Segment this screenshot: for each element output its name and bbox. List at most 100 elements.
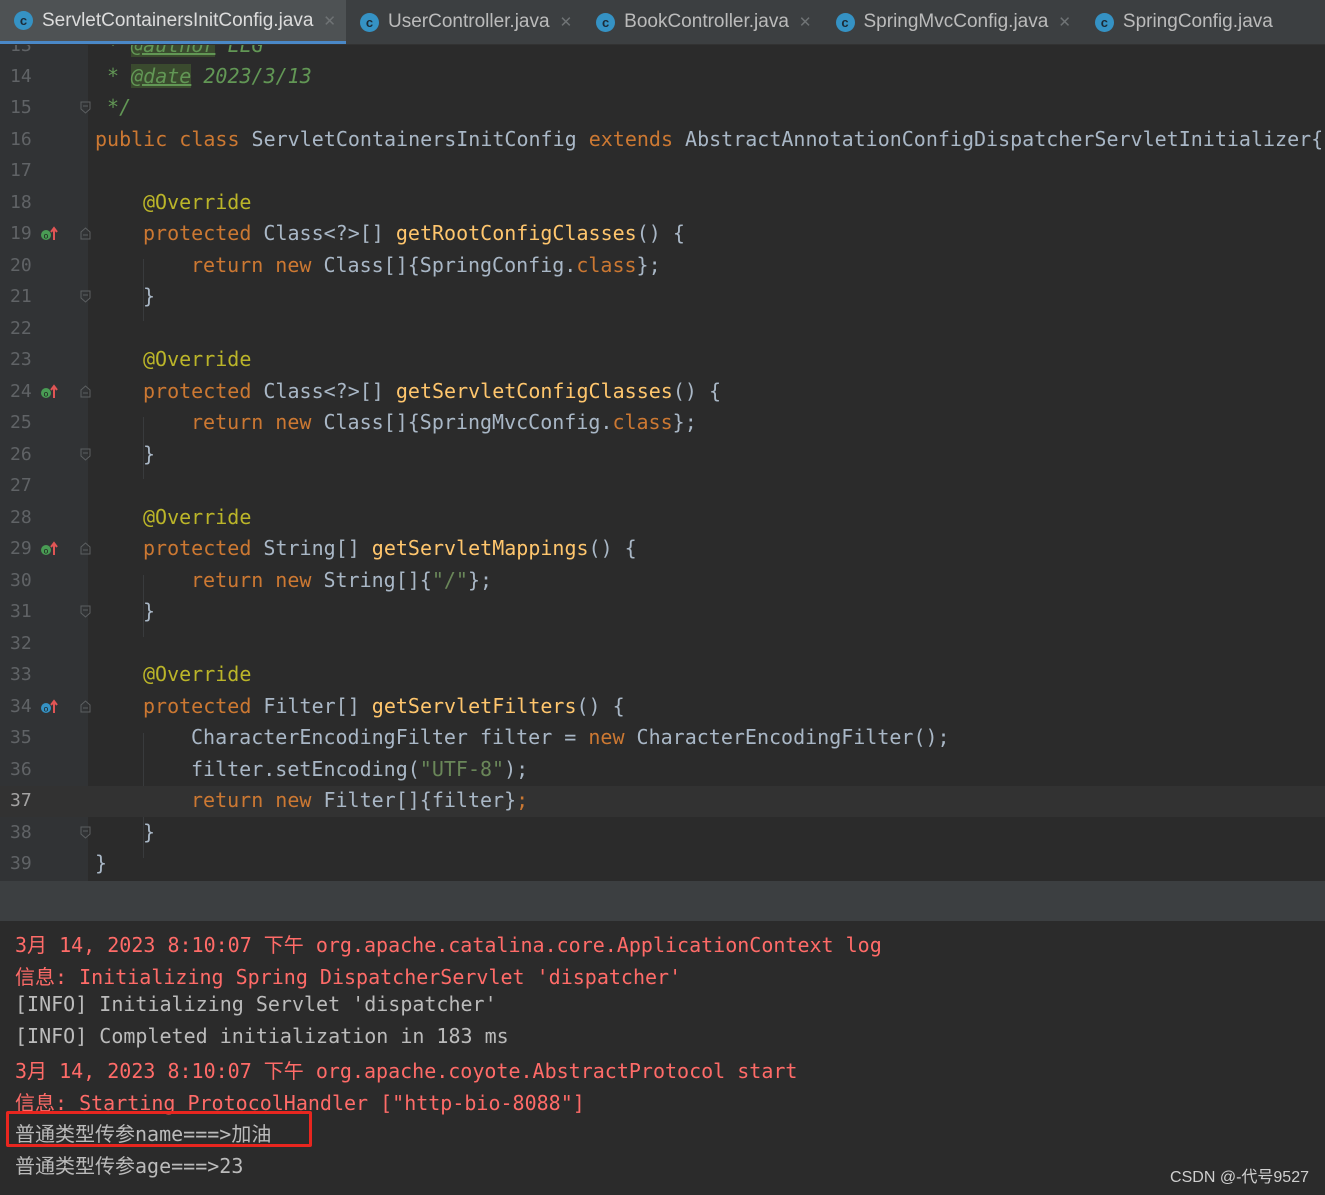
closing-brace: } (143, 442, 156, 466)
type: Filter[] (263, 694, 372, 718)
line-number: 35 (10, 727, 32, 748)
watermark: CSDN @-代号9527 (1170, 1169, 1309, 1186)
closing-brace: } (143, 599, 156, 623)
fold-start-icon[interactable] (80, 227, 91, 240)
close-icon[interactable]: ✕ (323, 12, 336, 30)
line-number: 14 (10, 66, 32, 87)
tab-spring-mvc-config[interactable]: c SpringMvcConfig.java ✕ (822, 0, 1081, 44)
code-text: return new Class[]{SpringMvcConfig.class… (191, 410, 697, 434)
type: String[]{ (323, 568, 432, 592)
code-text: filter.setEncoding("UTF-8"); (191, 757, 528, 781)
code-line: 39 } (0, 849, 1325, 880)
tab-label: BookController.java (624, 11, 789, 32)
fold-end-icon[interactable] (80, 101, 91, 114)
fold-end-icon[interactable] (80, 605, 91, 618)
code-line: 31 } (0, 597, 1325, 628)
fold-start-icon[interactable] (80, 700, 91, 713)
line-number: 38 (10, 822, 32, 843)
keyword: class (612, 410, 673, 434)
tab-user-controller[interactable]: c UserController.java ✕ (346, 0, 582, 44)
method-name: getServletMappings (371, 536, 589, 560)
svg-text:o: o (44, 705, 49, 714)
code-line: 14 * @date 2023/3/13 (0, 62, 1325, 93)
panel-separator[interactable] (0, 881, 1325, 921)
svg-text:o: o (44, 547, 49, 556)
fold-start-icon[interactable] (80, 385, 91, 398)
code-line: 28 @Override (0, 503, 1325, 534)
java-class-icon: c (1094, 12, 1114, 32)
code-line: 38 } (0, 818, 1325, 849)
line-number: 16 (10, 129, 32, 150)
method-name: getServletFilters (371, 694, 577, 718)
javadoc-tag: @author (131, 45, 216, 57)
console-line: [INFO] Completed initialization in 183 m… (15, 1024, 509, 1048)
code-text: return new Filter[]{filter}; (191, 788, 528, 812)
keyword: extends (588, 127, 686, 151)
java-class-icon: c (596, 12, 616, 32)
console-line: 3月 14, 2023 8:10:07 下午 org.apache.coyote… (15, 1059, 798, 1083)
code-line: 30 return new String[]{"/"}; (0, 566, 1325, 597)
fold-start-icon[interactable] (80, 542, 91, 555)
code-text: protected String[] getServletMappings() … (143, 536, 637, 560)
keyword: return new (191, 410, 324, 434)
type: Filter[]{filter} (323, 788, 517, 812)
java-class-icon: c (14, 11, 33, 30)
line-number: 25 (10, 412, 32, 433)
keyword: protected (143, 694, 264, 718)
current-code-line: 37 return new Filter[]{filter}; (0, 786, 1325, 817)
java-class-icon: c (835, 12, 855, 32)
code-text: protected Class<?>[] getServletConfigCla… (143, 379, 721, 403)
fold-end-icon[interactable] (80, 290, 91, 303)
keyword: public class (95, 127, 252, 151)
console-line: [INFO] Initializing Servlet 'dispatcher' (15, 992, 497, 1016)
console-line: 普通类型传参age===>23 (15, 1154, 244, 1178)
tab-book-controller[interactable]: c BookController.java ✕ (582, 0, 821, 44)
override-marker-icon[interactable]: o (40, 383, 58, 401)
tab-servlet-containers-init-config[interactable]: c ServletContainersInitConfig.java ✕ (0, 0, 346, 44)
keyword: protected (143, 221, 264, 245)
comment: 2023/3/13 (191, 64, 312, 88)
code-line: 35 CharacterEncodingFilter filter = new … (0, 723, 1325, 754)
line-number: 34 (10, 696, 32, 717)
keyword: protected (143, 536, 264, 560)
close-icon[interactable]: ✕ (799, 13, 812, 31)
code-line: 15 */ (0, 93, 1325, 124)
console-line: 信息: Initializing Spring DispatcherServle… (15, 965, 682, 989)
line-number: 28 (10, 507, 32, 528)
comment: * (95, 64, 132, 88)
comment: * (95, 45, 132, 57)
method-call: filter.setEncoding( (191, 757, 420, 781)
code-rest: () { (588, 536, 637, 560)
code-line: 23 @Override (0, 345, 1325, 376)
code-line: 18 @Override (0, 188, 1325, 219)
code-line: 19 o protected Class<?>[] getRootConfigC… (0, 219, 1325, 250)
console-output[interactable]: 3月 14, 2023 8:10:07 下午 org.apache.catali… (0, 921, 1325, 1195)
method-name: getRootConfigClasses (395, 221, 637, 245)
fold-end-icon[interactable] (80, 826, 91, 839)
line-number: 29 (10, 538, 32, 559)
line-number: 19 (10, 223, 32, 244)
line-number: 22 (10, 318, 32, 339)
code-line: 21 } (0, 282, 1325, 313)
code-line: 26 } (0, 440, 1325, 471)
fold-end-icon[interactable] (80, 448, 91, 461)
code-editor[interactable]: 13 * @author LLG 14 * @date 2023/3/13 15… (0, 45, 1325, 881)
line-number: 20 (10, 255, 32, 276)
keyword: return new (191, 788, 324, 812)
code-rest: () { (672, 379, 721, 403)
override-marker-icon[interactable]: o (40, 698, 58, 716)
line-number: 39 (10, 853, 32, 874)
override-marker-icon[interactable]: o (40, 225, 58, 243)
semicolon: ; (516, 788, 529, 812)
code-rest: }; (636, 253, 661, 277)
comment: */ (95, 95, 132, 119)
line-number: 27 (10, 475, 32, 496)
line-number: 13 (10, 45, 32, 56)
close-icon[interactable]: ✕ (1058, 13, 1071, 31)
line-number: 37 (10, 790, 32, 811)
code-text: * @date 2023/3/13 (95, 64, 312, 88)
code-line: 25 return new Class[]{SpringMvcConfig.cl… (0, 408, 1325, 439)
override-marker-icon[interactable]: o (40, 540, 58, 558)
tab-spring-config[interactable]: c SpringConfig.java (1081, 0, 1283, 44)
close-icon[interactable]: ✕ (560, 13, 573, 31)
